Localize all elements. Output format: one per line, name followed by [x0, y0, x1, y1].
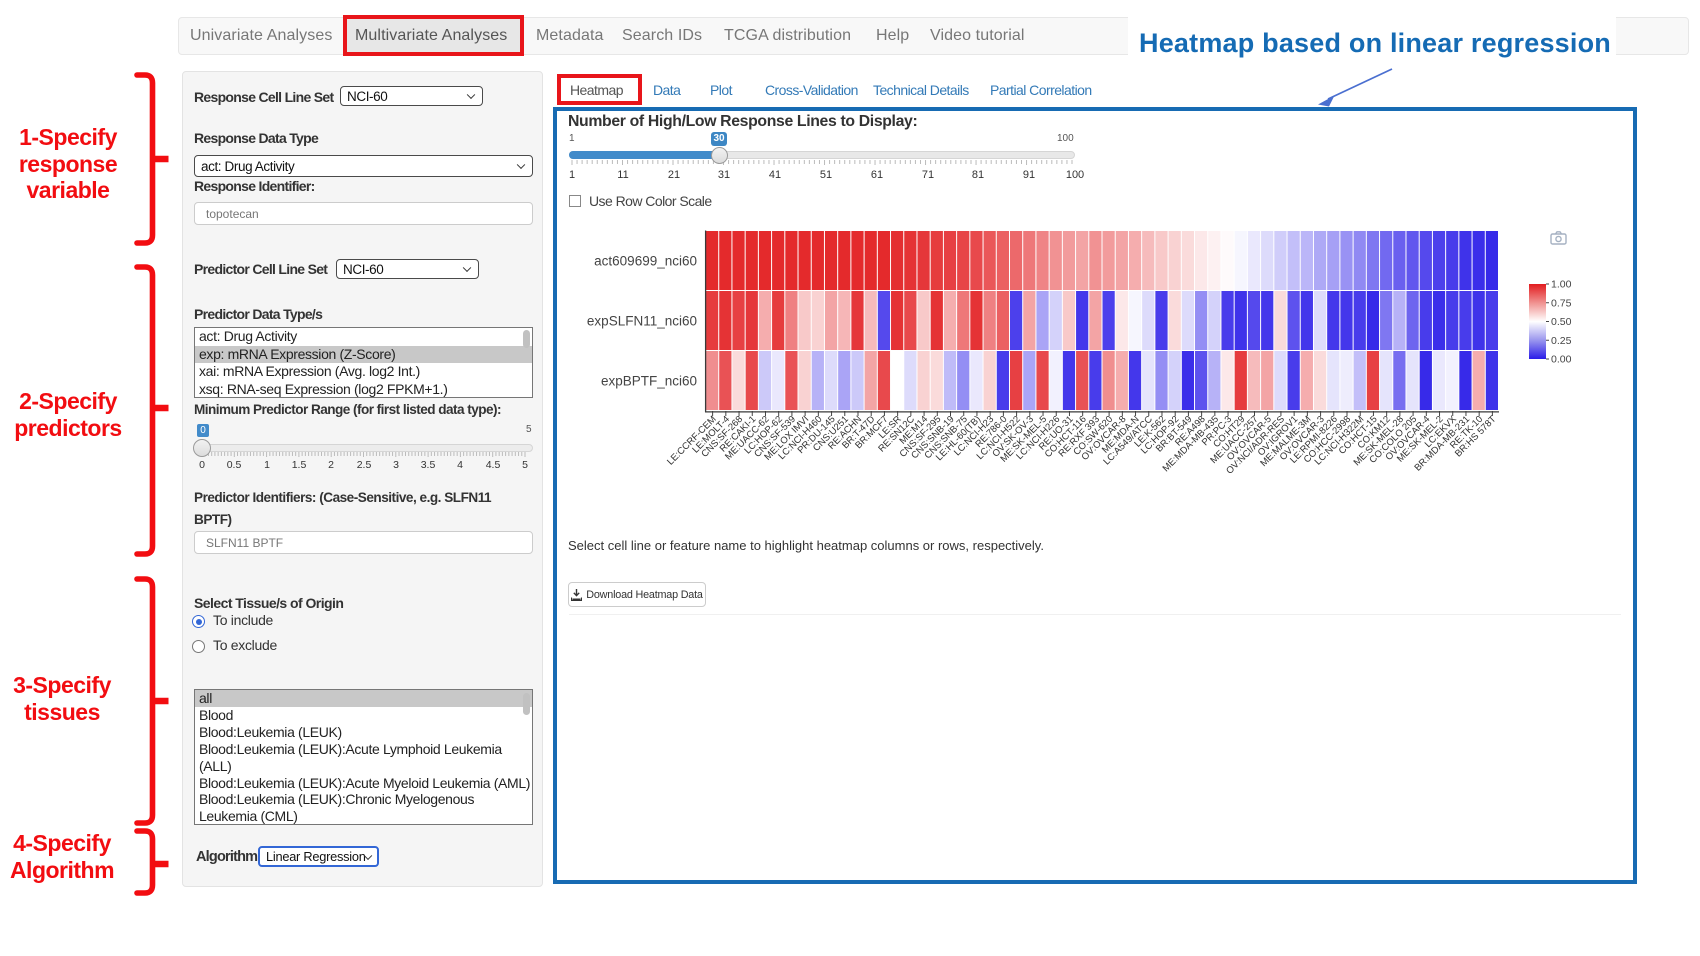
svg-text:0.00: 0.00 — [1551, 354, 1572, 366]
svg-text:0.25: 0.25 — [1551, 335, 1572, 347]
svg-text:1.00: 1.00 — [1551, 279, 1572, 291]
svg-text:act609699_nci60: act609699_nci60 — [594, 254, 697, 269]
svg-text:0.75: 0.75 — [1551, 297, 1572, 309]
svg-text:expBPTF_nci60: expBPTF_nci60 — [601, 374, 697, 389]
svg-text:expSLFN11_nci60: expSLFN11_nci60 — [587, 314, 697, 329]
svg-text:0.50: 0.50 — [1551, 316, 1572, 328]
